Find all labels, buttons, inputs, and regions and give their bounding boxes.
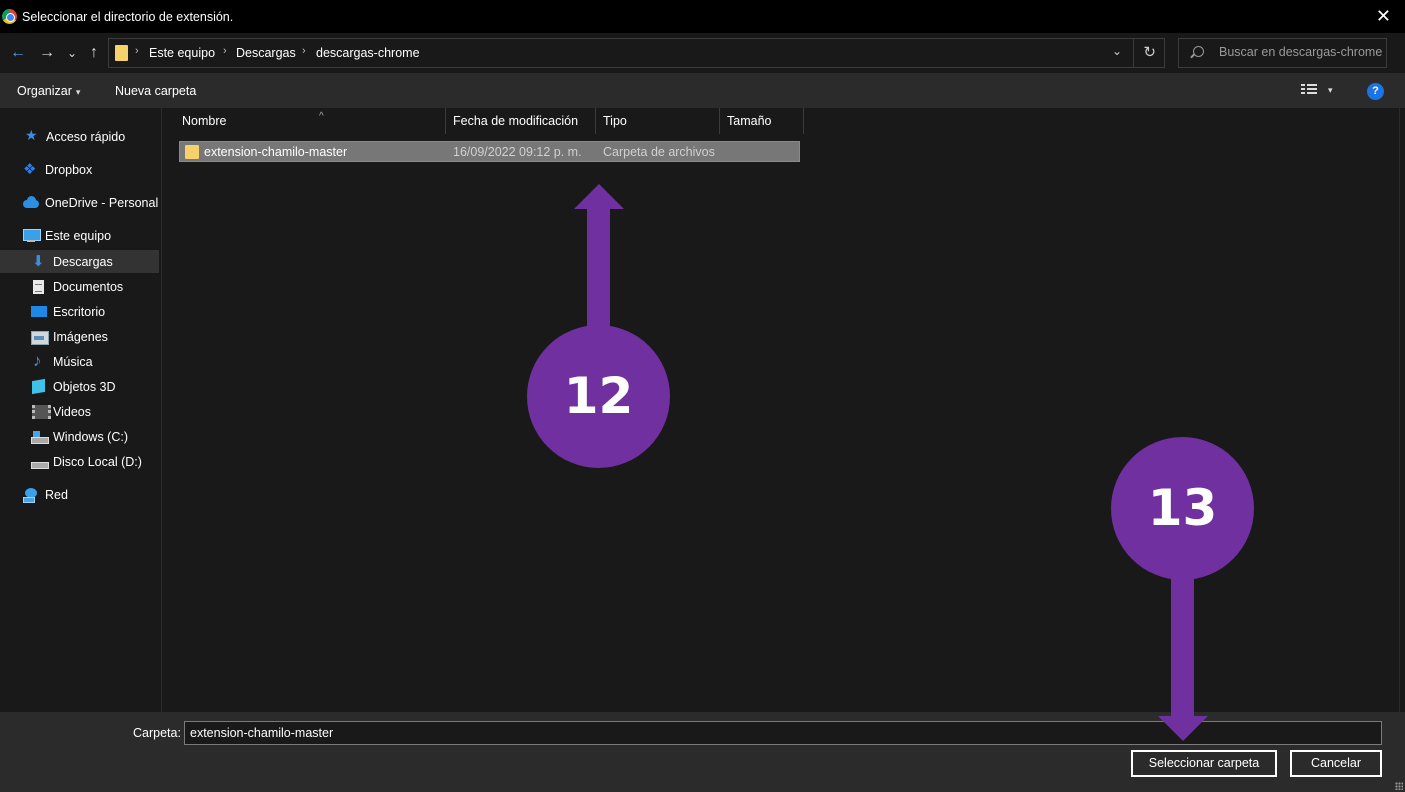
annotation-arrow-head-up [574, 184, 624, 209]
recent-locations-chevron-icon[interactable]: ⌄ [65, 41, 79, 65]
file-type: Carpeta de archivos [603, 145, 715, 159]
sidebar-item-label: Imágenes [53, 329, 108, 344]
column-header-fecha[interactable]: Fecha de modificación [446, 108, 596, 134]
folder-icon [185, 145, 199, 159]
folder-icon [115, 45, 128, 61]
3d-objects-icon [31, 380, 47, 394]
dropbox-icon [23, 160, 39, 178]
pictures-icon [31, 330, 49, 345]
sidebar-item-este-equipo[interactable]: Este equipo [0, 224, 159, 247]
sidebar-item-label: Música [53, 354, 93, 369]
sidebar-item-label: OneDrive - Personal [45, 195, 159, 210]
resize-grip-icon[interactable] [1395, 782, 1403, 790]
column-header-nombre[interactable]: Nombre ^ [175, 108, 446, 134]
refresh-icon[interactable]: ↻ [1143, 43, 1156, 61]
table-row[interactable]: extension-chamilo-master 16/09/2022 09:1… [179, 141, 800, 162]
organize-button[interactable]: Organizar ▾ [17, 84, 80, 98]
drive-c-icon [31, 430, 49, 444]
annotation-arrow-shaft [1171, 576, 1194, 718]
breadcrumb-separator[interactable]: › [302, 45, 306, 57]
sidebar-item-label: Red [45, 487, 68, 502]
title-bar: Seleccionar el directorio de extensión. … [0, 0, 1405, 33]
file-name: extension-chamilo-master [204, 145, 348, 159]
window-title: Seleccionar el directorio de extensión. [22, 9, 234, 24]
sidebar-item-musica[interactable]: Música [0, 350, 159, 373]
search-box[interactable] [1178, 38, 1387, 68]
search-icon [1193, 46, 1204, 57]
quick-access-star-icon [24, 127, 40, 144]
sidebar-item-label: Acceso rápido [46, 129, 126, 144]
sidebar-item-onedrive[interactable]: OneDrive - Personal [0, 191, 159, 214]
annotation-arrow-head-down [1158, 716, 1208, 741]
sidebar-item-label: Videos [53, 404, 91, 419]
sidebar-item-label: Disco Local (D:) [53, 454, 142, 469]
view-options-caret-icon[interactable]: ▾ [1328, 85, 1333, 96]
file-list: Nombre ^ Fecha de modificación Tipo Tama… [162, 108, 1399, 712]
annotation-step-12: 12 [527, 325, 670, 468]
vertical-scrollbar[interactable] [1399, 108, 1405, 712]
column-header-tamano[interactable]: Tamaño [720, 108, 804, 134]
close-icon[interactable]: ✕ [1376, 6, 1391, 26]
network-icon [23, 487, 39, 503]
sidebar-item-label: Documentos [53, 279, 124, 294]
back-arrow-icon[interactable]: ← [9, 41, 27, 65]
this-pc-icon [23, 228, 41, 243]
breadcrumb-separator[interactable]: › [223, 45, 227, 57]
sidebar-item-red[interactable]: Red [0, 483, 159, 506]
sidebar-item-documentos[interactable]: Documentos [0, 275, 159, 298]
music-icon [31, 351, 47, 371]
view-options-icon[interactable] [1301, 84, 1317, 96]
sidebar-item-label: Windows (C:) [53, 429, 129, 444]
address-divider [1133, 39, 1134, 67]
folder-field-label: Carpeta: [133, 726, 181, 740]
sidebar-item-dropbox[interactable]: Dropbox [0, 158, 159, 181]
organize-caret-icon: ▾ [75, 87, 81, 97]
file-modified: 16/09/2022 09:12 p. m. [453, 145, 582, 159]
address-dropdown-chevron-icon[interactable]: ⌄ [1112, 44, 1122, 58]
new-folder-button[interactable]: Nueva carpeta [115, 84, 196, 98]
forward-arrow-icon[interactable]: → [38, 41, 56, 65]
help-icon[interactable]: ? [1367, 83, 1384, 100]
sidebar-item-descargas[interactable]: Descargas [0, 250, 159, 273]
drive-d-icon [31, 455, 49, 469]
address-bar[interactable]: › Este equipo › Descargas › descargas-ch… [108, 38, 1165, 68]
documents-icon [31, 279, 47, 294]
breadcrumb-este-equipo[interactable]: Este equipo [149, 46, 215, 60]
search-input[interactable] [1219, 45, 1384, 59]
navigation-bar: ← → ⌄ ↑ › Este equipo › Descargas › desc… [0, 33, 1405, 73]
sidebar-item-label: Escritorio [53, 304, 106, 319]
sidebar-item-acceso-rapido[interactable]: Acceso rápido [0, 125, 159, 148]
downloads-icon [31, 252, 47, 270]
sidebar-item-objetos-3d[interactable]: Objetos 3D [0, 375, 159, 398]
sidebar-item-label: Este equipo [45, 228, 112, 243]
annotation-step-13: 13 [1111, 437, 1254, 580]
sidebar-item-windows-c[interactable]: Windows (C:) [0, 425, 159, 448]
command-bar: Organizar ▾ Nueva carpeta ▾ ? [0, 73, 1405, 108]
sidebar-item-label: Objetos 3D [53, 379, 116, 394]
breadcrumb-descargas[interactable]: Descargas [236, 46, 296, 60]
column-header-label: Nombre [182, 114, 227, 128]
sidebar-item-label: Dropbox [45, 162, 93, 177]
breadcrumb-separator: › [135, 45, 139, 57]
column-header-tipo[interactable]: Tipo [596, 108, 720, 134]
sidebar-item-imagenes[interactable]: Imágenes [0, 325, 159, 348]
up-arrow-icon[interactable]: ↑ [85, 41, 103, 65]
videos-icon [31, 404, 51, 419]
desktop-icon [31, 305, 47, 319]
onedrive-cloud-icon [23, 195, 39, 210]
sidebar-item-videos[interactable]: Videos [0, 400, 159, 423]
sidebar-item-escritorio[interactable]: Escritorio [0, 300, 159, 323]
navigation-pane: Acceso rápido Dropbox OneDrive - Persona… [0, 108, 162, 712]
chrome-icon [2, 9, 17, 24]
organize-label: Organizar [17, 84, 72, 98]
cancel-button[interactable]: Cancelar [1290, 750, 1382, 777]
sort-ascending-icon: ^ [319, 111, 324, 122]
sidebar-item-label: Descargas [53, 254, 113, 269]
breadcrumb-descargas-chrome[interactable]: descargas-chrome [316, 46, 420, 60]
select-folder-button[interactable]: Seleccionar carpeta [1131, 750, 1277, 777]
annotation-arrow-shaft [587, 208, 610, 328]
sidebar-item-disco-local-d[interactable]: Disco Local (D:) [0, 450, 159, 473]
